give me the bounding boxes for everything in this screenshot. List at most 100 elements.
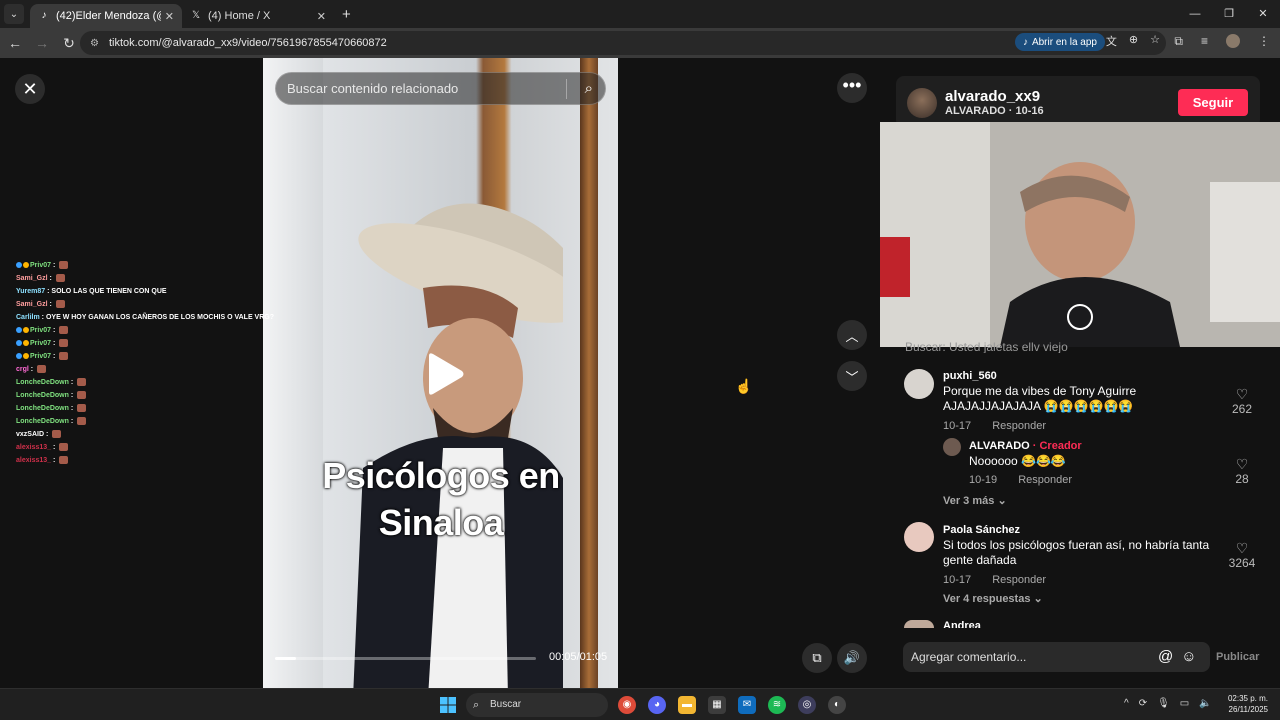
reply-username[interactable]: ALVARADO · Creador [969,440,1082,452]
chat-username: alexiss13_ [16,444,52,451]
comment-avatar[interactable] [904,522,934,552]
chevron-down-icon[interactable]: ﹀ [837,361,867,391]
obs-icon[interactable]: ◐ [828,696,846,714]
comment-text: Porque me da vibes de Tony Aguirre AJAJA… [943,384,1137,413]
back-icon[interactable]: ← [3,35,27,51]
comment-avatar[interactable] [904,369,934,399]
tab-tiktok[interactable]: ♪ (42)Elder Mendoza (@elderme ✕ [30,4,182,28]
tab-x[interactable]: 𝕏 (4) Home / X ✕ [182,4,334,28]
windows-start-icon[interactable] [440,697,456,713]
reply-button[interactable]: Responder [1018,474,1072,486]
tab-search-button[interactable]: ⌄ [4,4,24,24]
url-bar[interactable]: ⚙ tiktok.com/@alvarado_xx9/video/7561967… [80,31,1166,55]
chat-emote-icon [37,365,47,374]
chat-emote-icon [77,404,87,413]
close-window-icon[interactable]: ✕ [1246,0,1280,28]
tab-title: (4) Home / X [208,10,271,22]
extensions-icon[interactable]: ⧉ [1174,34,1183,49]
chevron-down-icon: ⌄ [997,495,1007,507]
view-more-label: Ver 4 respuestas [943,593,1031,605]
chat-line: vxzSAID : [16,428,266,441]
close-tab-icon[interactable]: ✕ [317,10,326,23]
view-more-replies[interactable]: Ver 3 más ⌄ [943,494,1007,507]
bookmark-star-icon[interactable]: ☆ [1150,33,1160,49]
chat-badge-icon [16,353,22,360]
network-icon[interactable]: ▭ [1180,698,1189,709]
mention-icon[interactable]: @ [1158,648,1173,665]
microphone-icon[interactable]: 🎙 [1157,698,1170,709]
spotify-icon[interactable]: ≋ [768,696,786,714]
reply-button[interactable]: Responder [992,574,1046,586]
taskbar-apps: ◉ ◕ ▬ ▦ ✉ ≋ ◎ ◐ [618,696,846,714]
new-tab-button[interactable]: + [342,6,351,23]
comment-username[interactable]: puxhi_560 [943,370,997,382]
sync-icon[interactable]: ⟳ [1139,698,1147,709]
windows-taskbar: ⌕ Buscar ◉ ◕ ▬ ▦ ✉ ≋ ◎ ◐ ^ ⟳ 🎙 ▭ 🔈 02:35… [0,688,1280,720]
reply-avatar[interactable] [943,438,961,456]
url-text: tiktok.com/@alvarado_xx9/video/756196785… [108,37,387,49]
chat-emote-icon [59,443,69,452]
follow-button[interactable]: Seguir [1178,89,1248,116]
zoom-icon[interactable]: ⊕ [1129,33,1138,49]
more-options-icon[interactable]: ••• [837,73,867,103]
chat-username: LoncheDeDown [16,392,69,399]
chat-emote-icon [59,456,69,465]
chat-username: Sami_Gzl [16,275,48,282]
chevron-up-icon[interactable]: ^ [1124,698,1129,709]
picture-in-picture-icon[interactable]: ⧉ [802,643,832,673]
chat-username: LoncheDeDown [16,379,69,386]
volume-icon[interactable]: 🔈 [1199,698,1211,709]
chevron-up-icon[interactable]: ︿ [837,320,867,350]
like-button[interactable]: ♡ 28 [1227,456,1257,486]
reload-icon[interactable]: ↻ [57,35,81,52]
profile-avatar[interactable] [1226,34,1240,48]
video-progress-bar[interactable] [275,657,536,660]
browser-tab-strip: ⌄ ♪ (42)Elder Mendoza (@elderme ✕ 𝕏 (4) … [0,0,1280,28]
comment-avatar[interactable] [904,620,934,628]
search-related-placeholder: Buscar contenido relacionado [287,81,459,96]
view-more-replies[interactable]: Ver 4 respuestas ⌄ [943,592,1043,605]
publish-button[interactable]: Publicar [1216,651,1259,663]
comment-username[interactable]: Andrea [943,620,981,628]
address-toolbar: ← → ↻ ⚙ tiktok.com/@alvarado_xx9/video/7… [0,28,1280,58]
volume-icon[interactable]: 🔊 [837,643,867,673]
chat-message: SOLO LAS QUE TIENEN CON QUE [51,288,167,295]
chat-emote-icon [55,274,65,283]
search-icon[interactable]: ⌕ [585,80,593,97]
taskbar-clock[interactable]: 02:35 p. m. 26/11/2025 [1224,693,1268,715]
comment-username[interactable]: Paola Sánchez [943,524,1020,536]
open-in-app-button[interactable]: ♪ Abrir en la app [1014,33,1105,51]
taskbar-search[interactable]: ⌕ Buscar [466,693,608,717]
x-icon: 𝕏 [191,10,201,21]
author-username[interactable]: alvarado_xx9 [945,88,1040,105]
forward-icon[interactable]: → [30,35,54,51]
mail-icon[interactable]: ✉ [738,696,756,714]
file-explorer-icon[interactable]: ▬ [678,696,696,714]
url-actions: 文 ⊕ ☆ [1106,33,1160,49]
restore-icon[interactable]: ❐ [1212,0,1246,28]
menu-icon[interactable]: ⋮ [1258,34,1270,49]
chat-separator: : [51,327,58,334]
close-tab-icon[interactable]: ✕ [165,10,174,23]
chat-separator: : [51,353,58,360]
search-related-input[interactable]: Buscar contenido relacionado ⌕ [275,72,606,105]
discord-icon[interactable]: ◕ [648,696,666,714]
door-background [263,58,323,688]
store-icon[interactable]: ▦ [708,696,726,714]
emoji-icon[interactable]: ☺ [1181,648,1196,665]
site-info-icon[interactable]: ⚙ [90,38,99,49]
close-icon[interactable]: ✕ [15,74,45,104]
heart-icon: ♡ [1235,540,1249,556]
minimize-icon[interactable]: — [1178,0,1212,28]
media-icon[interactable]: ≡ [1201,34,1208,49]
heart-icon: ♡ [1235,386,1249,402]
play-icon[interactable] [425,352,465,396]
author-avatar[interactable] [907,88,937,118]
reply-button[interactable]: Responder [992,420,1046,432]
translate-icon[interactable]: 文 [1106,33,1117,49]
like-button[interactable]: ♡ 262 [1227,386,1257,416]
app-icon[interactable]: ◎ [798,696,816,714]
like-button[interactable]: ♡ 3264 [1224,540,1260,570]
like-count: 3264 [1228,556,1256,570]
chrome-icon[interactable]: ◉ [618,696,636,714]
